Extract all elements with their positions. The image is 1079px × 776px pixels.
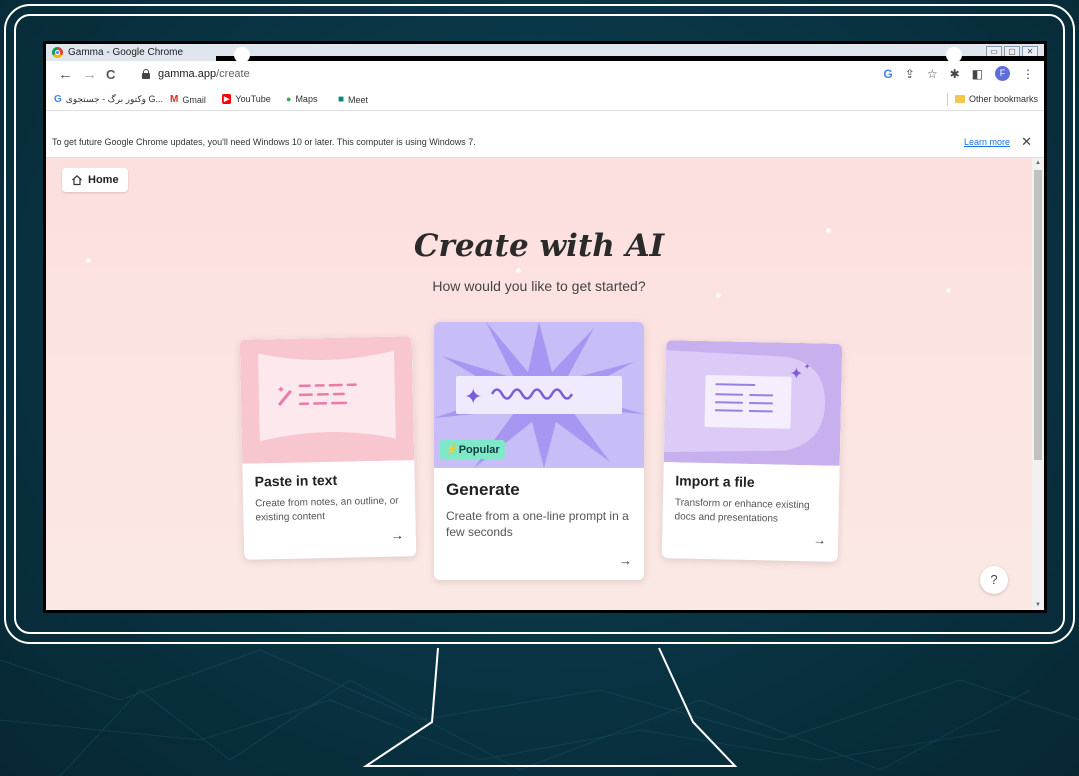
bookmark-youtube[interactable]: ▶ YouTube: [222, 94, 271, 104]
side-panel-icon[interactable]: ◧: [972, 67, 983, 81]
browser-toolbar: ← → C gamma.app/create G ⇪ ☆ ✱ ◧ F ⋮: [46, 61, 1044, 89]
page-scrollbar[interactable]: ▲ ▼: [1032, 158, 1044, 610]
reload-button[interactable]: C: [106, 67, 115, 82]
scrollbar-thumb[interactable]: [1034, 170, 1042, 460]
bookmarks-divider: [947, 93, 948, 106]
scroll-down-icon[interactable]: ▼: [1035, 602, 1041, 608]
address-bar[interactable]: gamma.app/create: [124, 65, 884, 85]
card-description: Create from notes, an outline, or existi…: [255, 495, 399, 524]
page-subtitle: How would you like to get started?: [432, 278, 646, 294]
forward-button[interactable]: →: [82, 66, 97, 83]
svg-text:✦: ✦: [789, 366, 803, 383]
back-button[interactable]: ←: [58, 66, 73, 83]
google-lens-icon[interactable]: G: [883, 67, 892, 81]
bookmark-star-icon[interactable]: ☆: [927, 67, 938, 81]
extensions-icon[interactable]: ✱: [950, 67, 960, 81]
bookmark-meet[interactable]: ■ Meet: [338, 94, 368, 105]
window-title: Gamma - Google Chrome: [68, 47, 184, 58]
folder-icon: [954, 95, 965, 103]
paste-in-text-card[interactable]: ✦ Paste in text Create from notes, an ou…: [239, 336, 417, 560]
url-text: gamma.app/create: [158, 68, 250, 80]
meet-icon: ■: [338, 94, 345, 105]
svg-text:✦: ✦: [804, 362, 811, 371]
maps-pin-icon: ●: [286, 94, 292, 104]
bookmark-gmail[interactable]: M Gmail: [170, 94, 206, 105]
browser-window: Gamma - Google Chrome ▭ ▢ ✕ ← → C gamma.…: [46, 44, 1044, 610]
arrow-right-icon: →: [812, 532, 827, 548]
svg-text:✦: ✦: [464, 384, 482, 409]
card-description: Create from a one-line prompt in a few s…: [446, 509, 629, 540]
arrow-right-icon: →: [619, 553, 632, 568]
bookmarks-bar: G وکتور برگ - جستجوی G... M Gmail ▶ YouT…: [46, 89, 1044, 111]
page-title: Create with AI: [413, 228, 665, 264]
card-title: Generate: [446, 480, 520, 499]
scroll-up-icon[interactable]: ▲: [1035, 160, 1041, 166]
card-description: Transform or enhance existing docs and p…: [674, 497, 810, 525]
import-file-card[interactable]: ✦ ✦ Import a file Transform or enhance e…: [661, 340, 843, 562]
gmail-icon: M: [170, 94, 179, 105]
import-file-illustration: ✦ ✦: [663, 340, 843, 466]
svg-text:✦: ✦: [277, 385, 286, 396]
learn-more-link[interactable]: Learn more: [964, 137, 1010, 147]
youtube-icon: ▶: [222, 94, 232, 104]
other-bookmarks[interactable]: Other bookmarks: [954, 94, 1038, 104]
bookmark-search[interactable]: G وکتور برگ - جستجوی G...: [54, 94, 163, 105]
home-button[interactable]: Home: [62, 168, 128, 192]
gamma-create-page: Home Create with AI How would you like t…: [46, 158, 1032, 610]
google-icon: G: [54, 94, 62, 105]
bookmark-maps[interactable]: ● Maps: [286, 94, 317, 104]
chrome-icon: [52, 47, 63, 58]
sparkle-decoration: [516, 268, 521, 273]
home-label: Home: [88, 174, 119, 186]
update-infobar: To get future Google Chrome updates, you…: [46, 111, 1044, 158]
profile-avatar[interactable]: F: [995, 66, 1010, 81]
toolbar-icons: G ⇪ ☆ ✱ ◧ F ⋮: [883, 66, 1034, 81]
card-title: Paste in text: [254, 471, 338, 490]
card-title: Import a file: [675, 472, 755, 491]
popular-badge: ⚡Popular: [440, 440, 505, 459]
lock-icon: [142, 69, 150, 79]
share-icon[interactable]: ⇪: [905, 67, 915, 81]
generate-card[interactable]: ✦ ⚡Popular Generate Create from a one-li…: [434, 322, 644, 580]
menu-kebab-icon[interactable]: ⋮: [1022, 67, 1034, 81]
arrow-right-icon: →: [390, 527, 404, 543]
help-button[interactable]: ?: [980, 566, 1008, 594]
infobar-message: To get future Google Chrome updates, you…: [52, 137, 476, 147]
home-icon: [72, 174, 82, 186]
close-icon[interactable]: ✕: [1021, 134, 1032, 150]
paste-text-illustration: ✦: [239, 336, 415, 464]
